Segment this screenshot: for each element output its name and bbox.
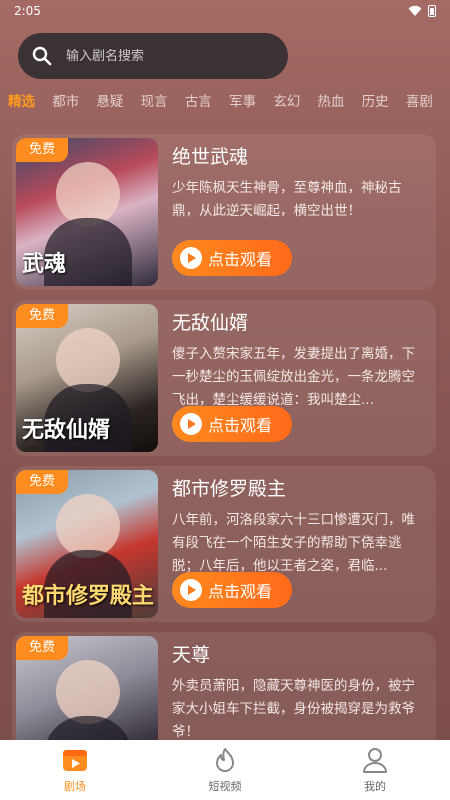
free-badge: 免费 bbox=[16, 636, 68, 660]
status-icons bbox=[408, 5, 436, 17]
tab-urban[interactable]: 都市 bbox=[52, 90, 96, 114]
play-icon bbox=[180, 579, 202, 601]
profile-icon bbox=[363, 748, 387, 773]
drama-description: 外卖员萧阳，隐藏天尊神医的身份，被宁家大小姐车下拦截，身份被揭穿是为救爷爷！ bbox=[172, 678, 415, 740]
drama-title: 天尊 bbox=[172, 644, 211, 666]
tab-action[interactable]: 热血 bbox=[317, 90, 361, 114]
tab-history[interactable]: 历史 bbox=[362, 90, 406, 114]
drama-title: 都市修罗殿主 bbox=[172, 478, 287, 500]
nav-label: 剧场 bbox=[64, 780, 86, 793]
tab-featured[interactable]: 精选 bbox=[8, 90, 52, 114]
watch-button[interactable]: 点击观看 bbox=[172, 572, 292, 608]
drama-card[interactable]: 都市修罗殿主 免费 都市修罗殿主 八年前，河洛段家六十三口惨遭灭门，唯有段飞在一… bbox=[12, 466, 436, 622]
nav-theater[interactable]: 剧场 bbox=[35, 746, 115, 794]
watch-button-label: 点击观看 bbox=[208, 416, 273, 435]
drama-info: 绝世武魂 少年陈枫天生神骨，至尊神血，神秘古鼎，从此逆天崛起，横空出世！ 点击观… bbox=[158, 134, 436, 290]
tab-fantasy[interactable]: 玄幻 bbox=[273, 90, 317, 114]
drama-poster[interactable]: 无敌仙婿 免费 bbox=[16, 304, 158, 452]
watch-button-label: 点击观看 bbox=[208, 582, 273, 601]
search-bar[interactable] bbox=[18, 33, 288, 79]
drama-poster[interactable]: 都市修罗殿主 免费 bbox=[16, 470, 158, 618]
nav-label: 我的 bbox=[364, 780, 386, 793]
drama-description: 傻子入赘宋家五年，发妻提出了离婚，下一秒楚尘的玉佩绽放出金光，一条龙腾空飞出，楚… bbox=[172, 346, 415, 408]
status-time: 2:05 bbox=[14, 4, 41, 18]
drama-info: 都市修罗殿主 八年前，河洛段家六十三口惨遭灭门，唯有段飞在一个陌生女子的帮助下侥… bbox=[158, 466, 436, 622]
drama-card[interactable]: 武魂 免费 绝世武魂 少年陈枫天生神骨，至尊神血，神秘古鼎，从此逆天崛起，横空出… bbox=[12, 134, 436, 290]
poster-figure bbox=[56, 494, 120, 558]
watch-button-label: 点击观看 bbox=[208, 250, 273, 269]
category-tabs: 精选 都市 悬疑 现言 古言 军事 玄幻 热血 历史 喜剧 bbox=[0, 90, 450, 114]
tab-ancient-romance[interactable]: 古言 bbox=[185, 90, 229, 114]
poster-art-text: 武魂 bbox=[22, 251, 67, 277]
drama-description: 八年前，河洛段家六十三口惨遭灭门，唯有段飞在一个陌生女子的帮助下侥幸逃脱；八年后… bbox=[172, 512, 415, 574]
drama-description: 少年陈枫天生神骨，至尊神血，神秘古鼎，从此逆天崛起，横空出世！ bbox=[172, 180, 402, 219]
status-bar: 2:05 bbox=[0, 0, 450, 22]
drama-info: 无敌仙婿 傻子入赘宋家五年，发妻提出了离婚，下一秒楚尘的玉佩绽放出金光，一条龙腾… bbox=[158, 300, 436, 456]
theater-icon bbox=[63, 750, 87, 771]
poster-art-text: 无敌仙婿 bbox=[22, 417, 111, 443]
bottom-nav: 剧场 短视频 我的 bbox=[0, 740, 450, 800]
drama-title: 绝世武魂 bbox=[172, 146, 249, 168]
poster-art-text: 都市修罗殿主 bbox=[22, 583, 155, 609]
watch-button[interactable]: 点击观看 bbox=[172, 240, 292, 276]
drama-list: 武魂 免费 绝世武魂 少年陈枫天生神骨，至尊神血，神秘古鼎，从此逆天崛起，横空出… bbox=[12, 134, 436, 798]
drama-poster[interactable]: 武魂 免费 bbox=[16, 138, 158, 286]
nav-short-video[interactable]: 短视频 bbox=[185, 746, 265, 794]
free-badge: 免费 bbox=[16, 138, 68, 162]
flame-icon bbox=[216, 748, 234, 772]
poster-figure bbox=[56, 162, 120, 226]
nav-profile[interactable]: 我的 bbox=[335, 746, 415, 794]
play-icon bbox=[180, 413, 202, 435]
drama-title: 无敌仙婿 bbox=[172, 312, 249, 334]
wifi-icon bbox=[408, 5, 422, 16]
search-input[interactable] bbox=[66, 48, 266, 64]
free-badge: 免费 bbox=[16, 470, 68, 494]
poster-figure bbox=[56, 660, 120, 724]
watch-button[interactable]: 点击观看 bbox=[172, 406, 292, 442]
nav-label: 短视频 bbox=[208, 780, 242, 793]
play-icon bbox=[180, 247, 202, 269]
search-icon bbox=[32, 46, 52, 66]
drama-card[interactable]: 无敌仙婿 免费 无敌仙婿 傻子入赘宋家五年，发妻提出了离婚，下一秒楚尘的玉佩绽放… bbox=[12, 300, 436, 456]
battery-icon bbox=[428, 5, 436, 17]
free-badge: 免费 bbox=[16, 304, 68, 328]
tab-military[interactable]: 军事 bbox=[229, 90, 273, 114]
poster-figure bbox=[56, 328, 120, 392]
tab-modern-romance[interactable]: 现言 bbox=[141, 90, 185, 114]
tab-comedy[interactable]: 喜剧 bbox=[406, 90, 450, 114]
tab-suspense[interactable]: 悬疑 bbox=[96, 90, 140, 114]
